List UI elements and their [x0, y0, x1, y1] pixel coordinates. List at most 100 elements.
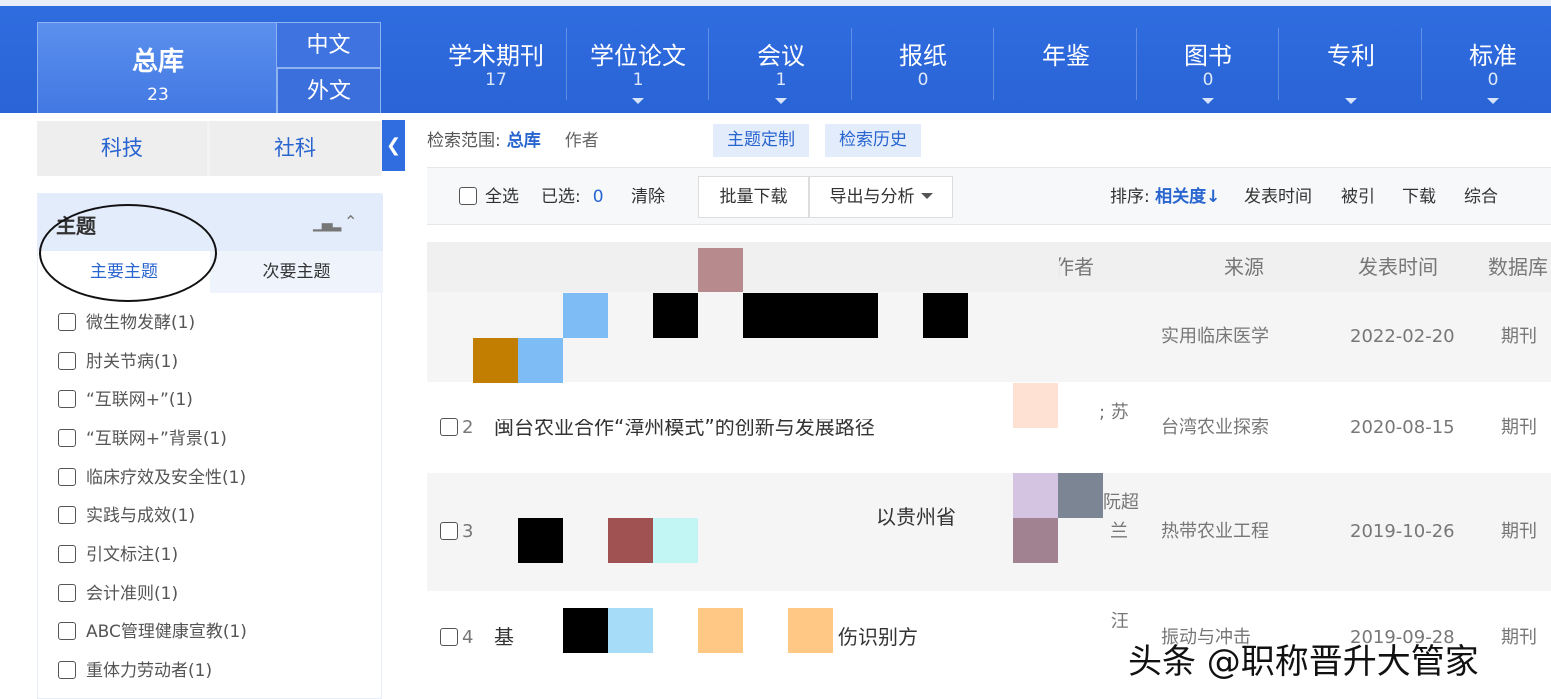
row-title[interactable]: 以贵州省: [876, 503, 956, 531]
export-analysis-button[interactable]: 导出与分析: [809, 176, 953, 218]
scope-value: 总库: [506, 131, 541, 151]
tab-zongku-count: 23: [147, 85, 169, 105]
tab-label: 报纸: [899, 42, 947, 70]
tab-divider: [993, 28, 994, 100]
checkbox[interactable]: [459, 187, 477, 205]
batch-download-button[interactable]: 批量下载: [698, 176, 809, 218]
row-author[interactable]: 阮超: [1103, 489, 1139, 517]
sort-date[interactable]: 发表时间: [1244, 168, 1312, 226]
facet-item[interactable]: 临床疗效及安全性(1): [58, 463, 246, 493]
facet-item[interactable]: 实践与成效(1): [58, 501, 195, 531]
table-row[interactable]: 2 闽台农业合作“漳州模式”的创新与发展路径 ; 苏 台湾农业探索 2020-0…: [427, 383, 1551, 472]
facet-item[interactable]: “互联网+”背景(1): [58, 424, 227, 454]
row-author-2[interactable]: 兰: [1110, 518, 1128, 546]
tab-standards[interactable]: 标准 0: [1422, 22, 1551, 113]
sort-relevance[interactable]: 相关度: [1155, 187, 1206, 207]
checkbox[interactable]: [440, 628, 458, 646]
facet-item[interactable]: 会计准则(1): [58, 579, 178, 609]
tab-label: 学位论文: [590, 42, 686, 70]
checkbox[interactable]: [58, 429, 76, 447]
lang-chinese-button[interactable]: 中文: [277, 22, 381, 68]
checkbox[interactable]: [58, 622, 76, 640]
sort-cited[interactable]: 被引: [1341, 168, 1375, 226]
tab-secondary-theme[interactable]: 次要主题: [210, 251, 383, 293]
checkbox[interactable]: [58, 352, 76, 370]
tab-label: 年鉴: [1042, 42, 1090, 70]
checkbox[interactable]: [58, 468, 76, 486]
redaction-block: [653, 293, 698, 338]
tab-label: 图书: [1184, 42, 1232, 70]
tab-books[interactable]: 图书 0: [1137, 22, 1279, 113]
redaction-block: [788, 608, 833, 653]
bar-chart-icon[interactable]: ▁▄▂: [313, 216, 341, 232]
tab-newspaper[interactable]: 报纸 0: [852, 22, 994, 113]
row-title[interactable]: 基: [494, 623, 514, 651]
row-author[interactable]: ; 汪: [1099, 608, 1129, 636]
title-mask: [490, 401, 960, 419]
redaction-block: [608, 608, 653, 653]
facet-item[interactable]: 微生物发酵(1): [58, 308, 195, 338]
redaction-block: [1013, 518, 1058, 563]
row-author[interactable]: ; 苏: [1099, 399, 1129, 427]
sort-download[interactable]: 下载: [1402, 168, 1436, 226]
chevron-up-icon[interactable]: ⌃: [344, 212, 357, 231]
row-select[interactable]: 3: [440, 518, 473, 546]
tab-label: 标准: [1469, 42, 1517, 70]
checkbox[interactable]: [58, 661, 76, 679]
sort-overall[interactable]: 综合: [1464, 168, 1498, 226]
facet-label: 会计准则(1): [86, 584, 179, 604]
results-toolbar: 全选 已选: 0 清除 批量下载 导出与分析 排序: 相关度↓ 发表时间 被引 下…: [427, 167, 1551, 225]
collapse-panel-button[interactable]: ❮: [382, 120, 405, 171]
header-mask: [990, 244, 1059, 290]
hand-drawn-ellipse: [39, 204, 217, 302]
tab-theses[interactable]: 学位论文 1: [567, 22, 709, 113]
search-history-button[interactable]: 检索历史: [825, 124, 921, 157]
tab-zongku[interactable]: 总库 23: [37, 22, 277, 113]
facet-item[interactable]: ABC管理健康宣教(1): [58, 617, 247, 647]
subtab-social-science[interactable]: 社科: [210, 121, 380, 176]
checkbox[interactable]: [58, 313, 76, 331]
tab-divider: [1278, 28, 1279, 100]
checkbox[interactable]: [58, 506, 76, 524]
tab-yearbook[interactable]: 年鉴: [995, 22, 1137, 113]
row-source[interactable]: 实用临床医学: [1161, 323, 1269, 351]
scope-author: 作者: [564, 131, 599, 151]
facet-label: ABC管理健康宣教(1): [86, 622, 247, 642]
redaction-block: [1013, 473, 1058, 518]
checkbox[interactable]: [58, 545, 76, 563]
checkbox[interactable]: [58, 390, 76, 408]
tab-journals[interactable]: 学术期刊 17: [425, 22, 567, 113]
facet-item[interactable]: 引文标注(1): [58, 540, 178, 570]
lang-foreign-button[interactable]: 外文: [277, 68, 381, 113]
facet-label: 重体力劳动者(1): [86, 661, 213, 681]
facet-item[interactable]: 肘关节病(1): [58, 347, 178, 377]
clear-button[interactable]: 清除: [631, 168, 665, 226]
row-number: 4: [462, 627, 474, 648]
tab-conference[interactable]: 会议 1: [710, 22, 852, 113]
row-select[interactable]: 2: [440, 414, 473, 442]
select-all[interactable]: 全选: [459, 168, 519, 226]
custom-theme-button[interactable]: 主题定制: [713, 124, 809, 157]
row-title-2[interactable]: 伤识别方: [838, 623, 918, 651]
facet-item[interactable]: 重体力劳动者(1): [58, 656, 212, 686]
checkbox[interactable]: [440, 522, 458, 540]
redaction-block: [1013, 383, 1058, 428]
facet-label: 微生物发酵(1): [86, 313, 196, 333]
header-date[interactable]: 发表时间: [1358, 242, 1438, 292]
row-source[interactable]: 热带农业工程: [1161, 518, 1269, 546]
tab-count: 0: [1487, 70, 1499, 90]
checkbox[interactable]: [58, 584, 76, 602]
chevron-down-icon: [632, 98, 644, 104]
tab-patents[interactable]: 专利: [1280, 22, 1422, 113]
tab-count: 17: [485, 70, 507, 90]
facet-item[interactable]: “互联网+”(1): [58, 385, 193, 415]
row-source[interactable]: 台湾农业探索: [1161, 414, 1269, 442]
subtab-science[interactable]: 科技: [37, 121, 207, 176]
row-select[interactable]: 4: [440, 624, 473, 652]
row-database: 期刊: [1501, 417, 1537, 438]
checkbox[interactable]: [440, 418, 458, 436]
tab-count: 0: [1202, 70, 1214, 90]
facet-label: 临床疗效及安全性(1): [86, 468, 247, 488]
tab-label: 会议: [757, 42, 805, 70]
category-subtabs: 科技 社科: [37, 121, 382, 176]
